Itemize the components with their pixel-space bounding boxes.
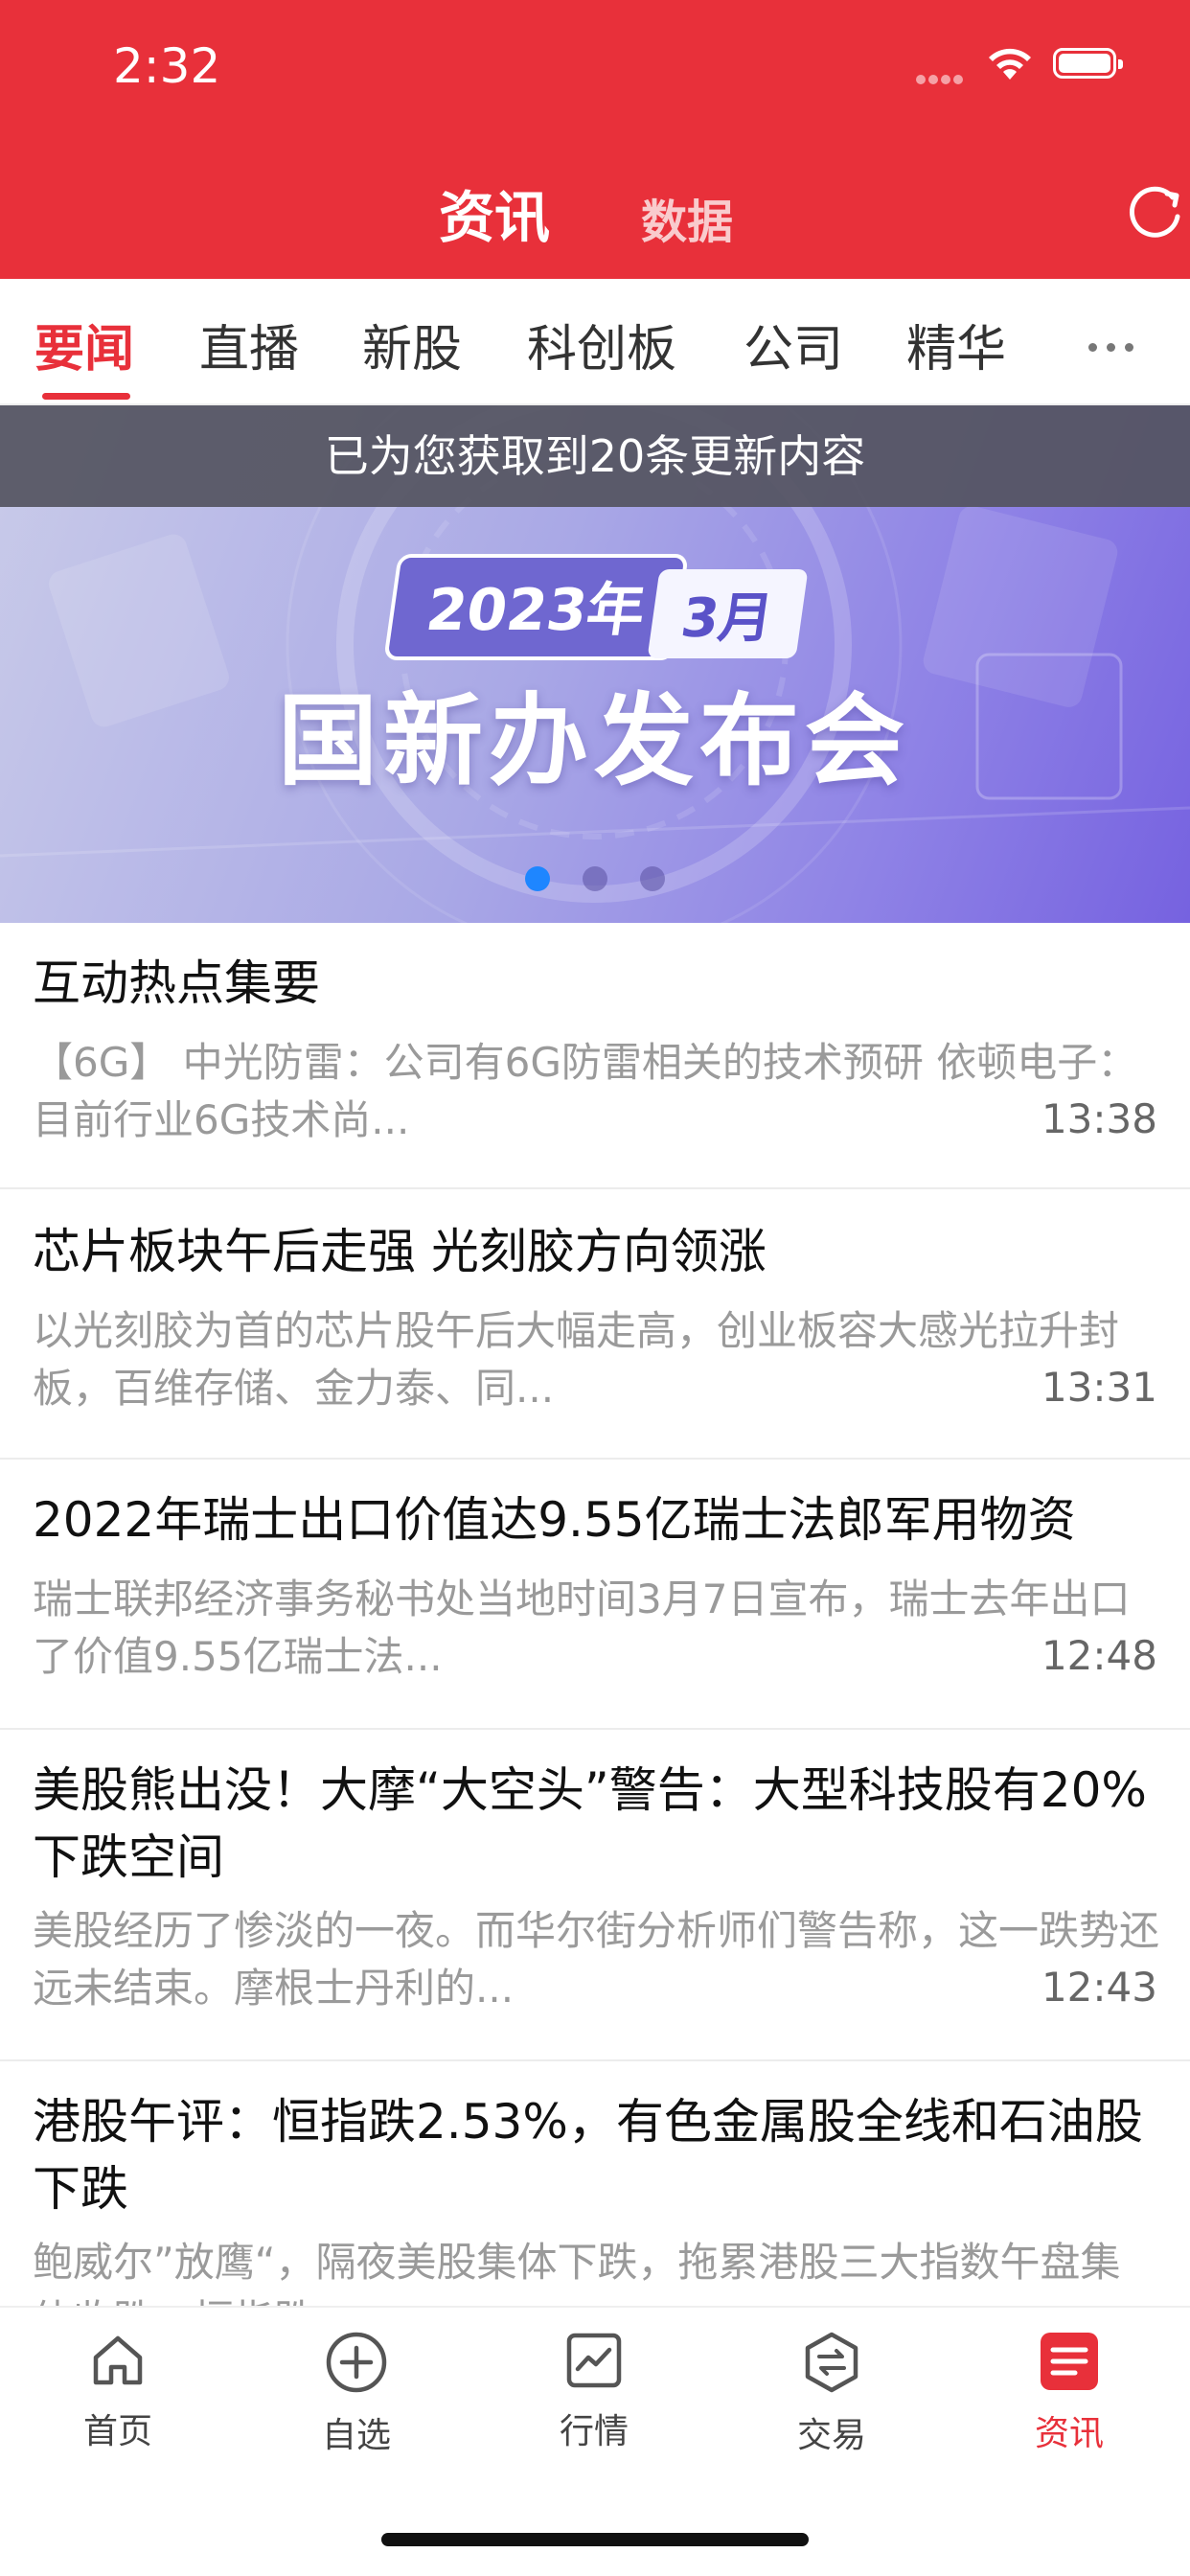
bottom-tab-label: 行情 xyxy=(559,2412,629,2451)
news-title: 芯片板块午后走强 光刻胶方向领涨 xyxy=(33,1224,767,1279)
cellular-signal-icon xyxy=(916,70,970,84)
bottom-tab-label: 资讯 xyxy=(1034,2414,1104,2453)
tab-data[interactable]: 数据 xyxy=(641,184,733,251)
news-icon xyxy=(1041,2333,1098,2390)
news-item[interactable]: 港股午评：恒指跌2.53%，有色金属股全线和石油股下跌 鲍威尔”放鹰“，隔夜美股… xyxy=(0,2061,1190,2308)
news-title: 美股熊出没！大摩“大空头”警告：大型科技股有20%下跌空间 xyxy=(33,1762,1147,1885)
bottom-tab-home[interactable]: 首页 xyxy=(41,2331,195,2453)
bottom-tab-news[interactable]: 资讯 xyxy=(993,2331,1146,2455)
wifi-icon xyxy=(989,48,1031,80)
news-summary: 鲍威尔”放鹰“，隔夜美股集体下跌，拖累港股三大指数午盘集体收跌，恒指跌... xyxy=(33,2239,1121,2308)
banner-month: 3月 xyxy=(647,569,809,658)
news-item[interactable]: 2022年瑞士出口价值达9.55亿瑞士法郎军用物资 瑞士联邦经济事务秘书处当地时… xyxy=(0,1460,1190,1730)
plus-circle-icon xyxy=(326,2332,387,2393)
bottom-tab-market[interactable]: 行情 xyxy=(517,2331,671,2453)
home-icon xyxy=(93,2335,143,2385)
category-tab-featured[interactable]: 精华 xyxy=(906,309,1006,380)
banner-year: 2023年 xyxy=(383,554,689,660)
news-summary: 瑞士联邦经济事务秘书处当地时间3月7日宣布，瑞士去年出口了价值9.55亿瑞士法.… xyxy=(33,1576,1131,1680)
news-title: 港股午评：恒指跌2.53%，有色金属股全线和石油股下跌 xyxy=(33,2094,1143,2217)
banner-title: 国新办发布会 xyxy=(278,681,911,799)
battery-icon xyxy=(1053,48,1123,79)
news-time: 12:48 xyxy=(1041,1632,1157,1679)
chart-icon xyxy=(566,2333,622,2388)
carousel-dot[interactable] xyxy=(525,866,550,891)
home-indicator[interactable] xyxy=(381,2533,809,2546)
category-tab-ipo[interactable]: 新股 xyxy=(362,309,462,380)
exchange-icon xyxy=(805,2332,858,2393)
news-item[interactable]: 芯片板块午后走强 光刻胶方向领涨 以光刻胶为首的芯片股午后大幅走高，创业板容大感… xyxy=(0,1189,1190,1460)
tab-news[interactable]: 资讯 xyxy=(439,172,550,253)
news-summary: 美股经历了惨淡的一夜。而华尔街分析师们警告称，这一跌势还远未结束。摩根士丹利的.… xyxy=(33,1907,1160,2012)
app-header: 2:32 资讯 数据 xyxy=(0,0,1190,279)
more-dots-icon[interactable] xyxy=(1088,337,1143,356)
news-title: 2022年瑞士出口价值达9.55亿瑞士法郎军用物资 xyxy=(33,1492,1076,1548)
news-item[interactable]: 美股熊出没！大摩“大空头”警告：大型科技股有20%下跌空间 美股经历了惨淡的一夜… xyxy=(0,1730,1190,2061)
category-tab-headlines[interactable]: 要闻 xyxy=(34,309,134,380)
news-summary: 【6G】 中光防雷：公司有6G防雷相关的技术预研 依顿电子：目前行业6G技术尚.… xyxy=(33,1039,1138,1143)
refresh-icon[interactable] xyxy=(1123,180,1186,243)
category-tab-company[interactable]: 公司 xyxy=(744,309,843,380)
active-tab-indicator xyxy=(42,393,130,400)
category-tab-live[interactable]: 直播 xyxy=(199,309,299,380)
bottom-tab-trade[interactable]: 交易 xyxy=(755,2331,908,2457)
news-summary: 以光刻胶为首的芯片股午后大幅走高，创业板容大感光拉升封板，百维存储、金力泰、同.… xyxy=(33,1307,1120,1412)
category-tab-star-market[interactable]: 科创板 xyxy=(527,309,676,380)
bottom-tab-label: 首页 xyxy=(82,2412,152,2451)
status-time: 2:32 xyxy=(113,38,221,94)
news-time: 13:38 xyxy=(1041,1095,1157,1142)
bottom-tab-label: 交易 xyxy=(796,2416,866,2455)
bottom-tab-label: 自选 xyxy=(321,2416,391,2455)
update-notice: 已为您获取到20条更新内容 xyxy=(0,405,1190,507)
news-time: 12:43 xyxy=(1041,1964,1157,2011)
carousel-dot[interactable] xyxy=(640,866,665,891)
news-item[interactable]: 互动热点集要 【6G】 中光防雷：公司有6G防雷相关的技术预研 依顿电子：目前行… xyxy=(0,923,1190,1189)
news-title: 互动热点集要 xyxy=(33,955,320,1011)
carousel-dot[interactable] xyxy=(583,866,607,891)
news-time: 13:31 xyxy=(1041,1364,1157,1411)
bottom-tab-watchlist[interactable]: 自选 xyxy=(280,2331,433,2457)
carousel-dots[interactable] xyxy=(525,866,698,895)
